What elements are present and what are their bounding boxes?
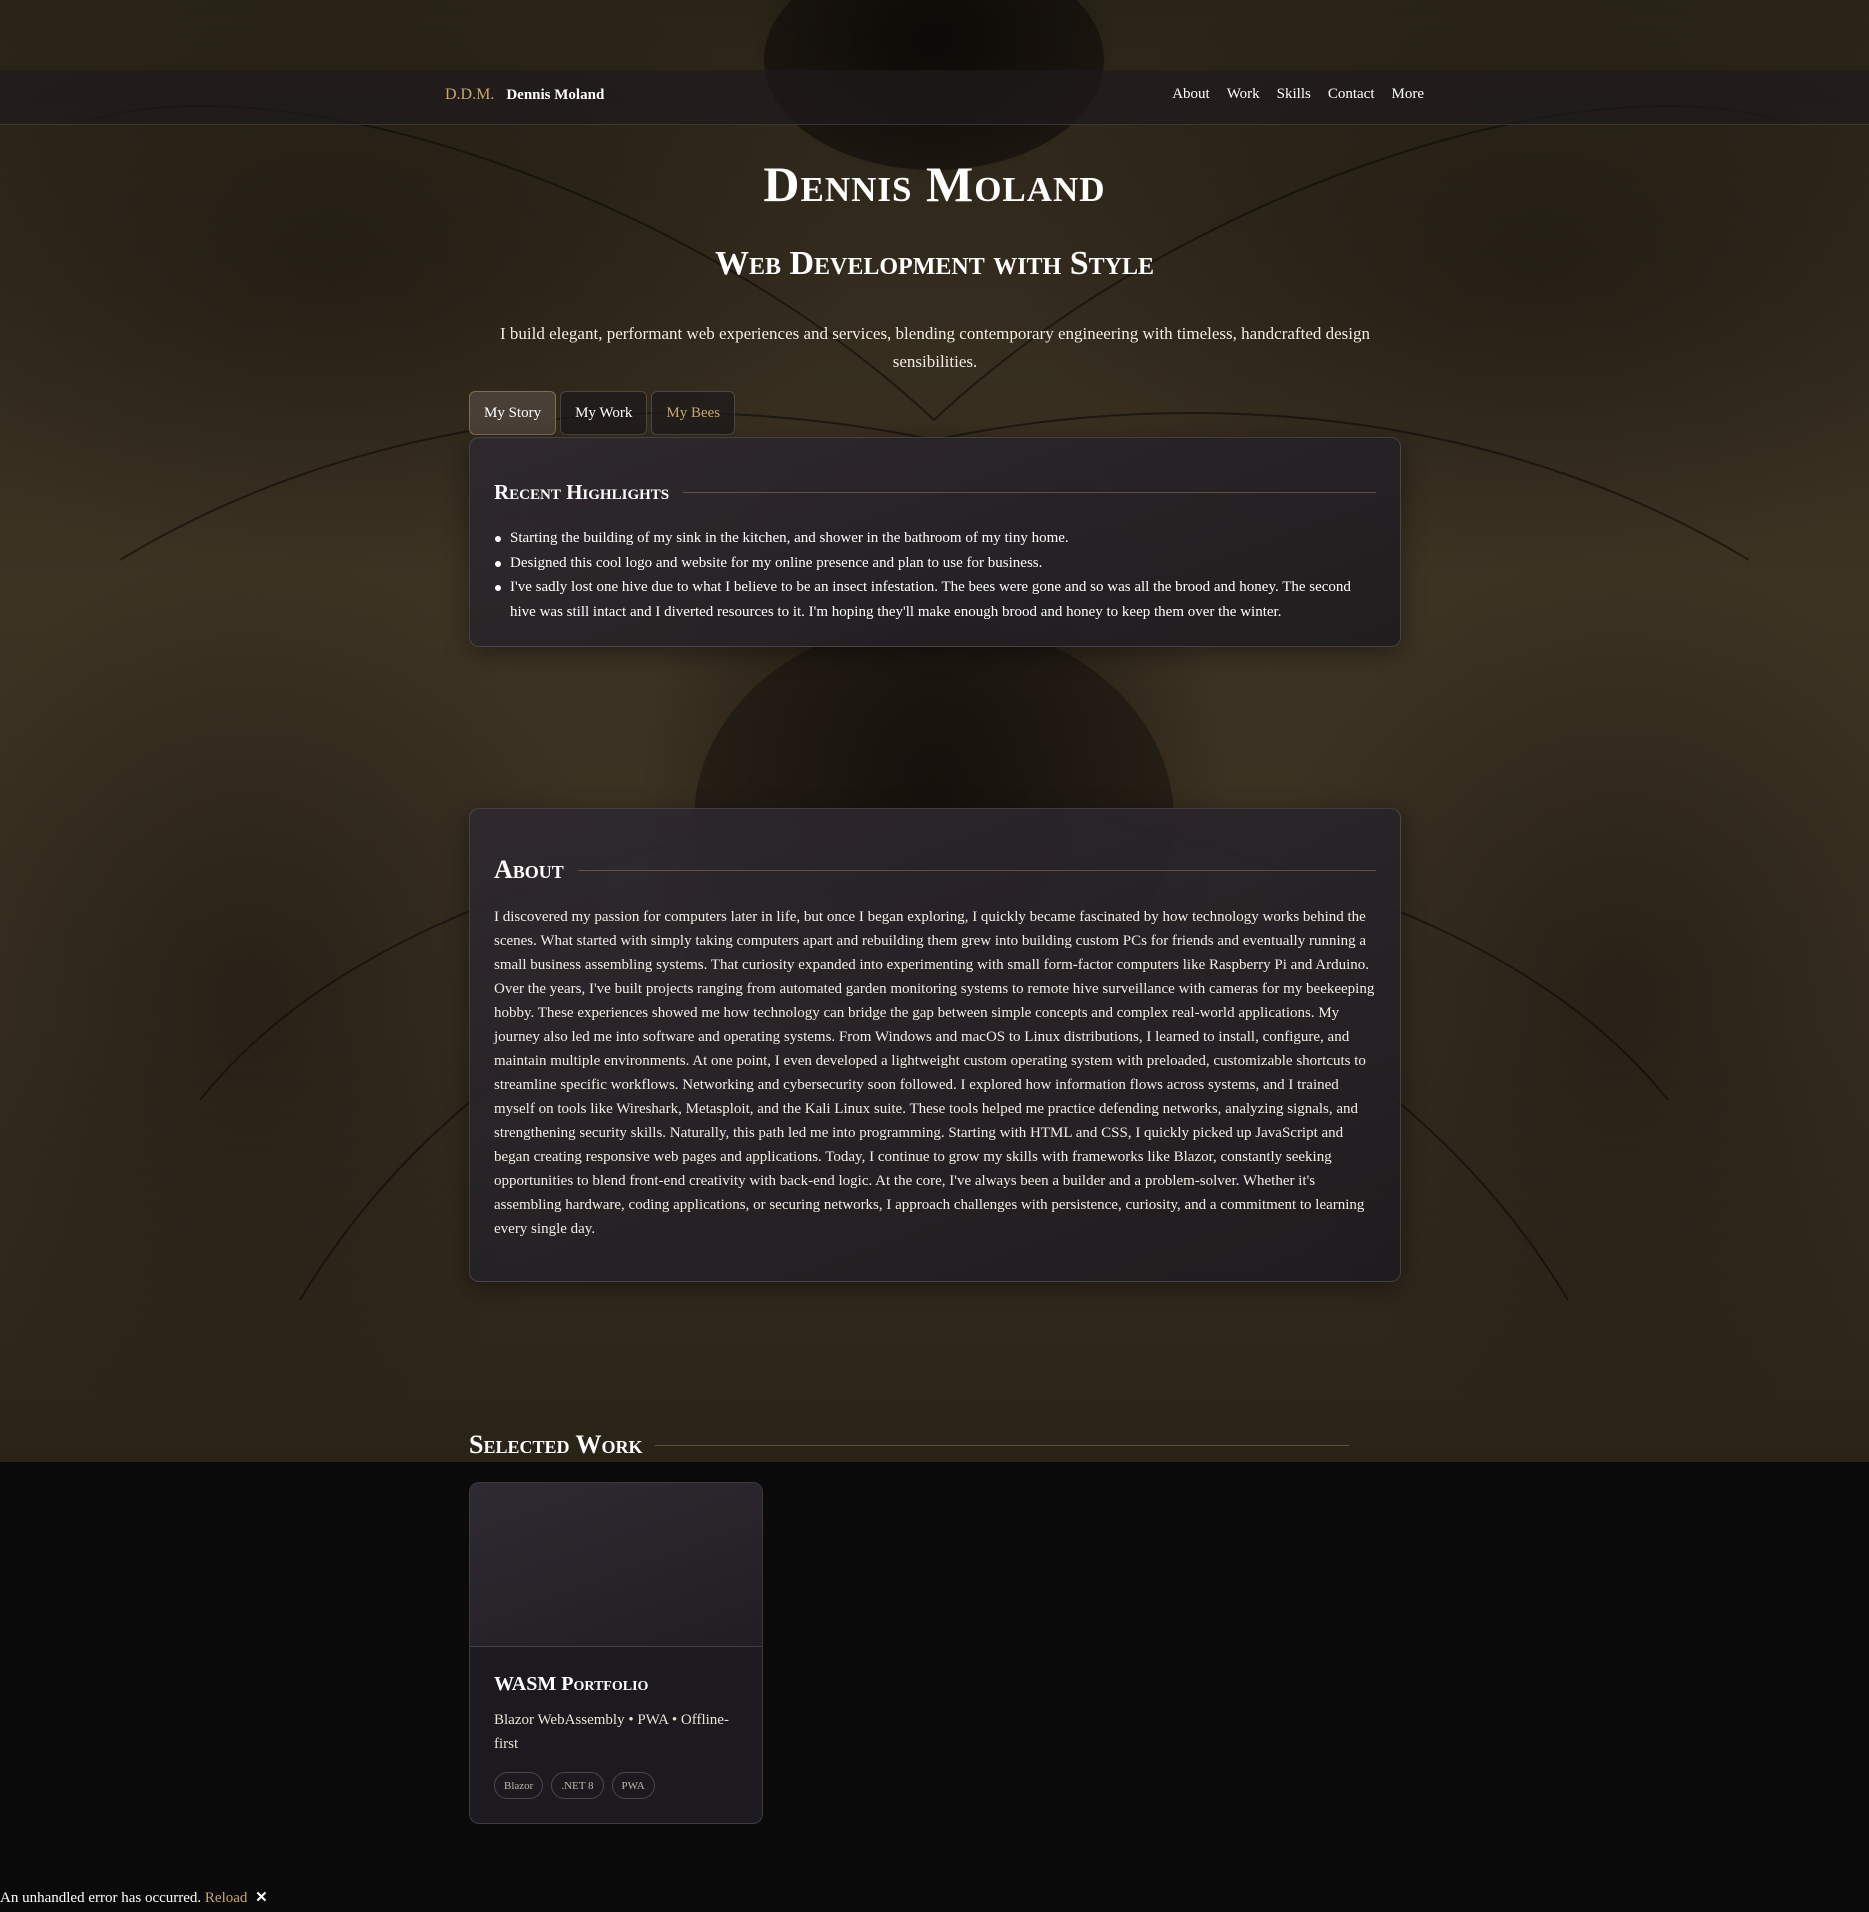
- list-item: I've sadly lost one hive due to what I b…: [495, 575, 1376, 624]
- reload-link[interactable]: Reload: [205, 1890, 248, 1906]
- nav-link-work[interactable]: Work: [1227, 86, 1260, 103]
- list-item: Starting the building of my sink in the …: [495, 526, 1376, 551]
- close-icon[interactable]: ✕: [255, 1890, 268, 1906]
- heading-divider: [654, 1444, 1349, 1446]
- about-heading: About: [494, 855, 564, 884]
- project-description: Blazor WebAssembly • PWA • Offline-first: [494, 1712, 729, 1752]
- brand-monogram: D.D.M.: [445, 86, 495, 103]
- project-card[interactable]: WASM Portfolio Blazor WebAssembly • PWA …: [469, 1482, 763, 1824]
- about-heading-row: About: [494, 855, 1376, 885]
- nav-link-about[interactable]: About: [1172, 86, 1210, 103]
- highlights-heading-row: Recent Highlights: [494, 480, 1376, 505]
- tag-blazor: Blazor: [494, 1772, 544, 1799]
- highlights-card: Recent Highlights Starting the building …: [469, 437, 1401, 647]
- selected-work-heading: Selected Work: [469, 1430, 643, 1459]
- top-navbar: D.D.M. Dennis Moland About Work Skills C…: [0, 70, 1869, 125]
- list-item: Designed this cool logo and website for …: [495, 551, 1376, 576]
- nav-link-more[interactable]: More: [1392, 86, 1425, 103]
- tag-pwa: PWA: [611, 1772, 655, 1799]
- tab-my-story[interactable]: My Story: [469, 391, 557, 435]
- hero-title: Dennis Moland: [763, 156, 1106, 212]
- story-tabs: My Story My Work My Bees: [469, 391, 736, 435]
- hero-subtitle: Web Development with Style: [714, 245, 1155, 282]
- about-card: About I discovered my passion for comput…: [469, 808, 1401, 1282]
- tab-my-bees[interactable]: My Bees: [651, 391, 736, 435]
- nav-link-contact[interactable]: Contact: [1328, 86, 1375, 103]
- project-thumbnail: [470, 1483, 762, 1647]
- brand-logo[interactable]: D.D.M. Dennis Moland: [445, 86, 604, 104]
- error-message: An unhandled error has occurred.: [0, 1890, 202, 1906]
- nav-links: About Work Skills Contact More: [1172, 86, 1424, 103]
- highlights-heading: Recent Highlights: [494, 480, 670, 504]
- heading-divider: [683, 492, 1376, 493]
- selected-work-heading-row: Selected Work: [469, 1430, 1349, 1460]
- highlights-list: Starting the building of my sink in the …: [495, 526, 1376, 624]
- project-tags: Blazor .NET 8 PWA: [494, 1772, 655, 1799]
- nav-link-skills[interactable]: Skills: [1277, 86, 1311, 103]
- error-bar: An unhandled error has occurred. Reload …: [0, 1888, 268, 1907]
- about-body: I discovered my passion for computers la…: [494, 909, 1375, 1237]
- hero-description: I build elegant, performant web experien…: [500, 324, 1370, 371]
- brand-name: Dennis Moland: [506, 87, 605, 103]
- tag-dotnet: .NET 8: [551, 1772, 604, 1799]
- project-title: WASM Portfolio: [494, 1673, 649, 1695]
- tab-my-work[interactable]: My Work: [560, 391, 648, 435]
- heading-divider: [577, 869, 1376, 871]
